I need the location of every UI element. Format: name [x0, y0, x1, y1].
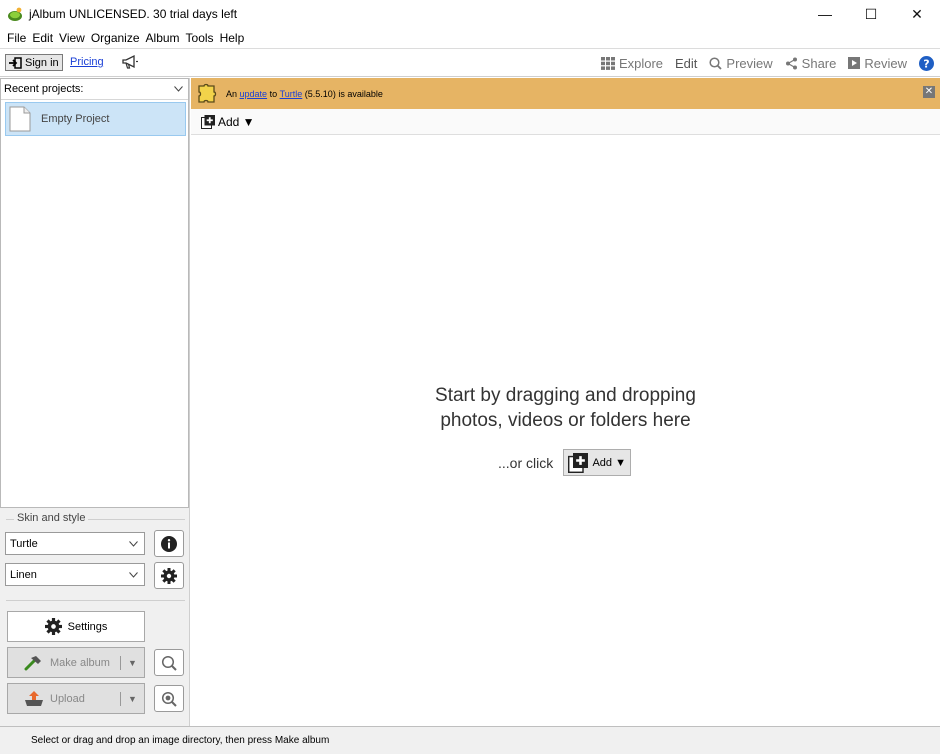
skin-info-button[interactable]	[154, 530, 184, 557]
hammer-icon	[24, 655, 41, 670]
main-content[interactable]: An update to Turtle (5.5.10) is availabl…	[191, 78, 940, 726]
drop-hint: Start by dragging and dropping photos, v…	[191, 383, 940, 433]
add-menu-button[interactable]: Add ▼	[218, 115, 255, 129]
svg-text:?: ?	[923, 57, 929, 70]
mode-switcher: Explore Edit Preview Share Review ?	[589, 54, 934, 72]
help-icon[interactable]: ?	[919, 55, 934, 71]
status-bar: Select or drag and drop an image directo…	[0, 726, 940, 754]
puzzle-icon	[198, 83, 217, 103]
settings-button[interactable]: Settings	[7, 611, 145, 642]
upload-dropdown[interactable]: ▼	[121, 694, 144, 704]
menu-help[interactable]: Help	[217, 31, 248, 45]
menu-tools[interactable]: Tools	[183, 31, 217, 45]
make-album-dropdown[interactable]: ▼	[121, 658, 144, 668]
add-button[interactable]: Add ▼	[563, 449, 632, 476]
style-select-value: Linen	[10, 568, 37, 581]
or-click-label: ...or click	[498, 454, 554, 471]
settings-label: Settings	[67, 620, 108, 633]
sign-in-button[interactable]: Sign in	[5, 54, 63, 71]
menu-file[interactable]: File	[4, 31, 29, 45]
minimize-button[interactable]: —	[802, 0, 848, 28]
mode-preview-label: Preview	[726, 55, 773, 71]
magnifier-icon	[161, 655, 177, 671]
menu-organize[interactable]: Organize	[88, 31, 143, 45]
title-bar: jAlbum UNLICENSED. 30 trial days left — …	[0, 0, 940, 28]
mode-preview[interactable]: Preview	[709, 55, 773, 71]
preview-album-button[interactable]	[154, 649, 184, 676]
megaphone-icon[interactable]	[121, 54, 139, 70]
upload-label: Upload	[50, 692, 85, 705]
skin-select-value: Turtle	[10, 537, 38, 550]
skin-select[interactable]: Turtle	[5, 532, 145, 555]
actions-divider	[6, 600, 185, 601]
make-album-button[interactable]: Make album ▼	[7, 647, 145, 678]
turtle-link[interactable]: Turtle	[280, 89, 303, 99]
project-item-empty[interactable]: Empty Project	[5, 102, 186, 136]
play-icon	[848, 57, 861, 69]
left-panel: Recent projects: Empty Project Skin and …	[0, 78, 190, 726]
add-toolbar: Add ▼	[191, 109, 940, 135]
gear-icon	[161, 567, 177, 584]
banner-middle: to	[269, 88, 278, 99]
mode-share[interactable]: Share	[785, 55, 837, 71]
skin-group-label: Skin and style	[14, 512, 89, 524]
update-banner: An update to Turtle (5.5.10) is availabl…	[191, 78, 940, 109]
add-file-icon	[568, 452, 589, 473]
zoom-globe-icon	[161, 691, 177, 707]
maximize-button[interactable]: ☐	[848, 0, 894, 28]
skin-settings-button[interactable]	[154, 562, 184, 589]
main-toolbar: Sign in Pricing Explore Edit Preview Sha…	[0, 48, 940, 77]
mode-review-label: Review	[864, 55, 907, 71]
update-link[interactable]: update	[240, 89, 268, 99]
close-banner-icon[interactable]: ✕	[923, 86, 935, 98]
window-title: jAlbum UNLICENSED. 30 trial days left	[29, 7, 238, 21]
pricing-link[interactable]: Pricing	[70, 56, 104, 68]
close-button[interactable]: ✕	[894, 0, 940, 28]
mode-review[interactable]: Review	[848, 56, 907, 71]
mode-edit[interactable]: Edit	[675, 56, 697, 71]
info-icon	[161, 535, 177, 552]
drop-hint-line1: Start by dragging and dropping	[435, 385, 696, 406]
mode-edit-label: Edit	[675, 55, 698, 71]
sign-in-icon	[9, 56, 22, 69]
gear-icon	[44, 618, 62, 635]
status-text: Select or drag and drop an image directo…	[31, 735, 330, 746]
banner-prefix: An	[226, 88, 238, 99]
chevron-down-icon	[129, 540, 138, 547]
upload-button[interactable]: Upload ▼	[7, 683, 145, 714]
upload-icon	[25, 691, 43, 706]
menu-bar: File Edit View Organize Album Tools Help	[0, 28, 940, 47]
banner-suffix: (5.5.10) is available	[304, 88, 383, 99]
chevron-down-icon	[129, 571, 138, 578]
project-label: Empty Project	[41, 113, 110, 125]
make-album-label: Make album	[50, 656, 110, 669]
grid-icon	[600, 56, 615, 70]
jalbum-logo-icon	[8, 7, 22, 21]
menu-view[interactable]: View	[56, 31, 88, 45]
or-click-row: ...or click Add ▼	[498, 449, 632, 476]
recent-projects-header[interactable]: Recent projects:	[1, 79, 188, 100]
add-button-label: Add ▼	[592, 456, 626, 469]
recent-projects-label: Recent projects:	[4, 83, 84, 95]
sign-in-label: Sign in	[25, 56, 59, 69]
drop-hint-line2: photos, videos or folders here	[440, 410, 691, 431]
add-file-icon	[201, 114, 215, 129]
document-icon	[9, 106, 31, 132]
mode-explore-label: Explore	[618, 55, 664, 71]
mode-explore[interactable]: Explore	[600, 55, 664, 71]
mode-share-label: Share	[801, 55, 837, 71]
recent-projects-list[interactable]: Recent projects: Empty Project	[0, 78, 189, 508]
menu-album[interactable]: Album	[143, 31, 183, 45]
chevron-down-icon	[174, 86, 183, 92]
upload-main[interactable]: Upload	[8, 690, 120, 707]
magnifier-icon	[709, 56, 723, 70]
share-icon	[785, 57, 797, 69]
menu-edit[interactable]: Edit	[29, 31, 56, 45]
make-album-main[interactable]: Make album	[8, 655, 120, 671]
view-online-button[interactable]	[154, 685, 184, 712]
window-controls: — ☐ ✕	[802, 0, 940, 28]
style-select[interactable]: Linen	[5, 563, 145, 586]
